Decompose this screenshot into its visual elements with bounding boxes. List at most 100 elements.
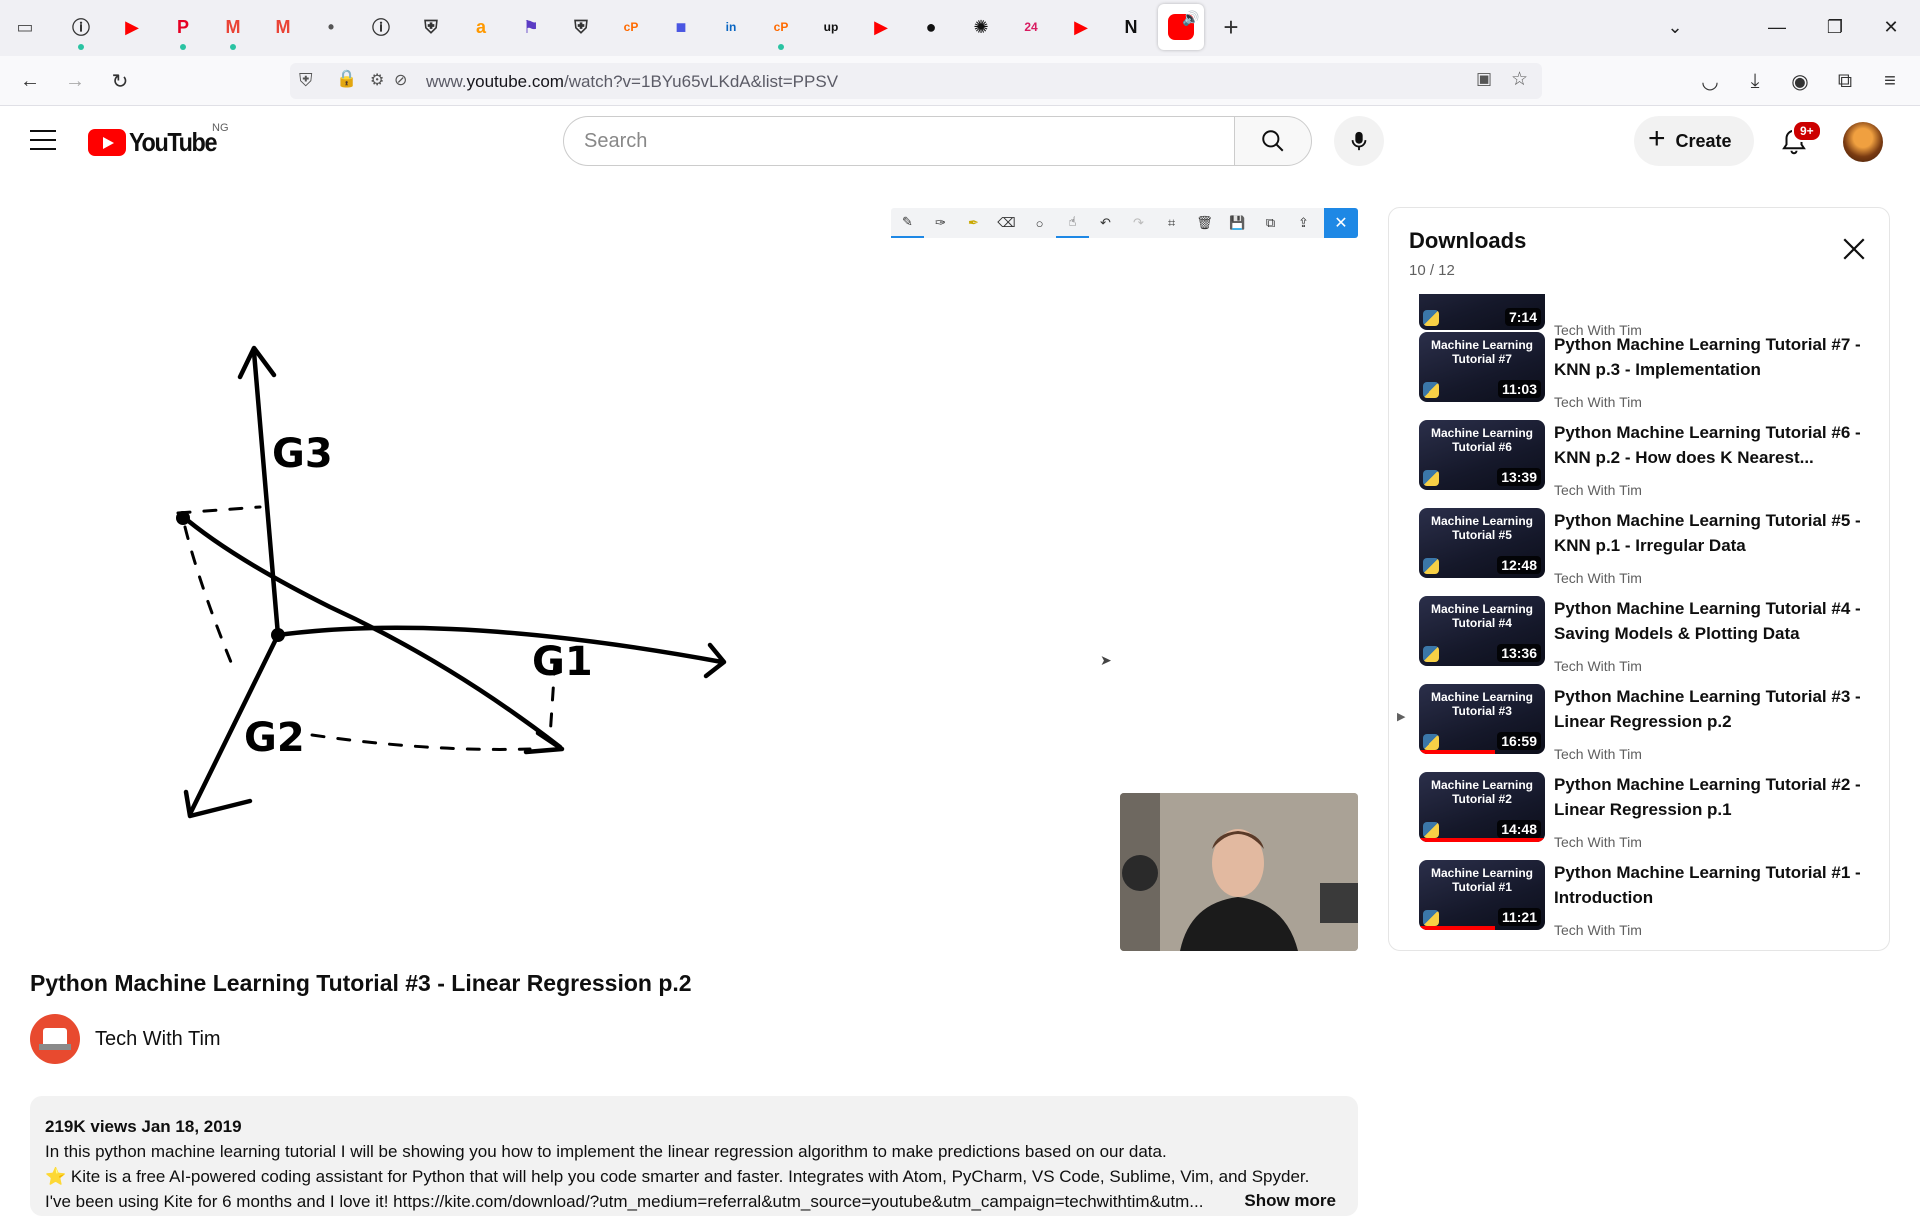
video-thumbnail[interactable]: Machine Learning Tutorial #7 11:03 [1419, 332, 1545, 402]
forward-button[interactable]: → [60, 66, 90, 96]
video-thumbnail[interactable]: Machine Learning Tutorial #1 11:21 [1419, 860, 1545, 930]
extensions-icon[interactable]: ⧉ [1830, 66, 1860, 96]
playlist-item[interactable]: Machine Learning Tutorial #7 11:03 Python … [1389, 332, 1889, 420]
minimize-button[interactable]: — [1762, 12, 1792, 42]
playlist-item-title[interactable]: Python Machine Learning Tutorial #1 - In… [1554, 860, 1864, 910]
channel-avatar[interactable] [30, 1014, 80, 1064]
close-window-button[interactable]: ✕ [1876, 12, 1906, 42]
share-icon[interactable]: ⇪ [1287, 208, 1320, 238]
tab-list-chevron-icon[interactable]: ⌄ [1660, 12, 1690, 42]
new-tab-button[interactable]: + [1216, 12, 1246, 42]
lock-icon[interactable]: 🔒 [336, 69, 357, 89]
video-thumbnail[interactable]: Machine Learning Tutorial #3 16:59 [1419, 684, 1545, 754]
show-more-button[interactable]: Show more [1238, 1188, 1336, 1213]
info-icon[interactable]: ⓘ [368, 14, 394, 40]
video-thumbnail[interactable]: Machine Learning Tutorial #4 13:36 [1419, 596, 1545, 666]
video-thumbnail[interactable]: Support Vector Ma... P.1 Sklearn Dat...7… [1419, 294, 1545, 330]
circle-tool-icon[interactable]: ○ [1023, 208, 1056, 238]
info-icon[interactable]: ⓘ [68, 14, 94, 40]
restore-button[interactable]: ❐ [1820, 12, 1850, 42]
playlist-item-title[interactable]: Python Machine Learning Tutorial #3 - Li… [1554, 684, 1864, 734]
youtube-icon[interactable]: ▶ [119, 14, 145, 40]
playlist-title[interactable]: Downloads [1409, 228, 1526, 254]
openai-icon[interactable]: ✺ [968, 14, 994, 40]
playlist-item[interactable]: Machine Learning Tutorial #1 11:21 Python … [1389, 860, 1889, 948]
undo-icon[interactable]: ↶ [1089, 208, 1122, 238]
eraser-tool-icon[interactable]: ⌫ [990, 208, 1023, 238]
reader-view-icon[interactable]: ▣ [1476, 69, 1492, 89]
playlist-item[interactable]: Machine Learning Tutorial #2 14:48 Python … [1389, 772, 1889, 860]
youtube-icon[interactable]: ▶ [1068, 14, 1094, 40]
voice-search-button[interactable] [1334, 116, 1384, 166]
bookmark-star-icon[interactable]: ☆ [1511, 68, 1528, 91]
crop-icon[interactable]: ⌗ [1155, 208, 1188, 238]
account-icon[interactable]: ◉ [1785, 66, 1815, 96]
youtube-logo[interactable]: YouTube [88, 127, 226, 157]
video-thumbnail[interactable]: Machine Learning Tutorial #2 14:48 [1419, 772, 1545, 842]
reload-button[interactable]: ↻ [105, 66, 135, 96]
copilot-icon[interactable]: cP [768, 14, 794, 40]
watch-progress-bar [1419, 750, 1495, 754]
pinterest-icon[interactable]: P [170, 14, 196, 40]
news-icon[interactable]: 24 [1018, 14, 1044, 40]
copy-icon[interactable]: ⧉ [1254, 208, 1287, 238]
thumbnail-title: Machine Learning Tutorial #7 [1430, 338, 1534, 366]
close-toolbar-icon[interactable]: ✕ [1324, 208, 1358, 238]
autoplay-blocked-icon[interactable]: ⊘ [394, 70, 407, 90]
active-tab[interactable]: 🔊 [1158, 4, 1204, 50]
dot-icon[interactable]: • [318, 14, 344, 40]
amazon-icon[interactable]: a [468, 14, 494, 40]
user-avatar[interactable] [1843, 122, 1883, 162]
upwork-icon[interactable]: up [818, 14, 844, 40]
laser-tool-icon[interactable]: ☝ [1056, 208, 1089, 238]
url-bar[interactable]: ⛨ 🔒 ⚙ ⊘ www.youtube.com/watch?v=1BYu65vL… [290, 63, 1542, 99]
permissions-icon[interactable]: ⚙ [370, 70, 384, 90]
highlighter-tool-icon[interactable]: ✒ [957, 208, 990, 238]
video-description[interactable]: 219K views Jan 18, 2019 In this python m… [30, 1096, 1358, 1216]
search-button[interactable] [1234, 116, 1312, 166]
shield-icon[interactable]: ⛨ [568, 14, 594, 40]
marker-tool-icon[interactable]: ✑ [924, 208, 957, 238]
playlist-item[interactable]: Machine Learning Tutorial #6 13:39 Python … [1389, 420, 1889, 508]
back-button[interactable]: ← [15, 66, 45, 96]
github-icon[interactable]: ● [918, 14, 944, 40]
browser-nav-bar: ← → ↻ ⛨ 🔒 ⚙ ⊘ www.youtube.com/watch?v=1B… [0, 56, 1920, 106]
search-input[interactable] [584, 117, 1204, 165]
close-icon[interactable] [1841, 236, 1867, 262]
playlist-item-title[interactable]: Python Machine Learning Tutorial #6 - KN… [1554, 420, 1864, 470]
tabs-list-icon[interactable]: ▭ [12, 14, 38, 40]
playlist-item[interactable]: ▶ Machine Learning Tutorial #3 16:59 Python… [1389, 684, 1889, 772]
playlist-item-title[interactable]: Python Machine Learning Tutorial #2 - Li… [1554, 772, 1864, 822]
watch-progress-bar [1419, 926, 1495, 930]
menu-icon[interactable]: ≡ [1875, 66, 1905, 96]
youtube-icon[interactable]: ▶ [868, 14, 894, 40]
gmail-icon[interactable]: M [220, 14, 246, 40]
create-button[interactable]: + Create [1634, 116, 1754, 166]
url-text[interactable]: www.youtube.com/watch?v=1BYu65vLKdA&list… [426, 72, 838, 92]
shield-icon[interactable]: ⛨ [418, 14, 444, 40]
playlist-item[interactable]: Machine Learning Tutorial #5 12:48 Python … [1389, 508, 1889, 596]
pen-tool-icon[interactable]: ✎ [891, 208, 924, 238]
tracking-shield-icon[interactable]: ⛨ [299, 70, 313, 91]
dashed-guide [176, 505, 262, 515]
hamburger-menu-icon[interactable] [30, 130, 56, 150]
video-thumbnail[interactable]: Machine Learning Tutorial #6 13:39 [1419, 420, 1545, 490]
speaker-icon[interactable]: 🔊 [1182, 10, 1199, 27]
downloads-icon[interactable]: ⤓ [1740, 66, 1770, 96]
channel-name[interactable]: Tech With Tim [95, 1028, 221, 1051]
playlist-item-title[interactable]: Python Machine Learning Tutorial #4 - Sa… [1554, 596, 1864, 646]
notion-icon[interactable]: N [1118, 14, 1144, 40]
playlist-item[interactable]: Machine Learning Tutorial #4 13:36 Python … [1389, 596, 1889, 684]
save-icon[interactable]: 💾 [1221, 208, 1254, 238]
playlist-item-title[interactable]: Python Machine Learning Tutorial #7 - KN… [1554, 332, 1864, 382]
copilot-icon[interactable]: cP [618, 14, 644, 40]
gmail-icon[interactable]: M [270, 14, 296, 40]
playlist-item-title[interactable]: Python Machine Learning Tutorial #5 - KN… [1554, 508, 1864, 558]
square-icon[interactable]: ■ [668, 14, 694, 40]
redo-icon[interactable]: ↷ [1122, 208, 1155, 238]
trash-icon[interactable]: 🗑 [1188, 208, 1221, 238]
pocket-icon[interactable]: ◡ [1695, 66, 1725, 96]
linkedin-icon[interactable]: in [718, 14, 744, 40]
flag-icon[interactable]: ⚑ [518, 14, 544, 40]
video-thumbnail[interactable]: Machine Learning Tutorial #5 12:48 [1419, 508, 1545, 578]
